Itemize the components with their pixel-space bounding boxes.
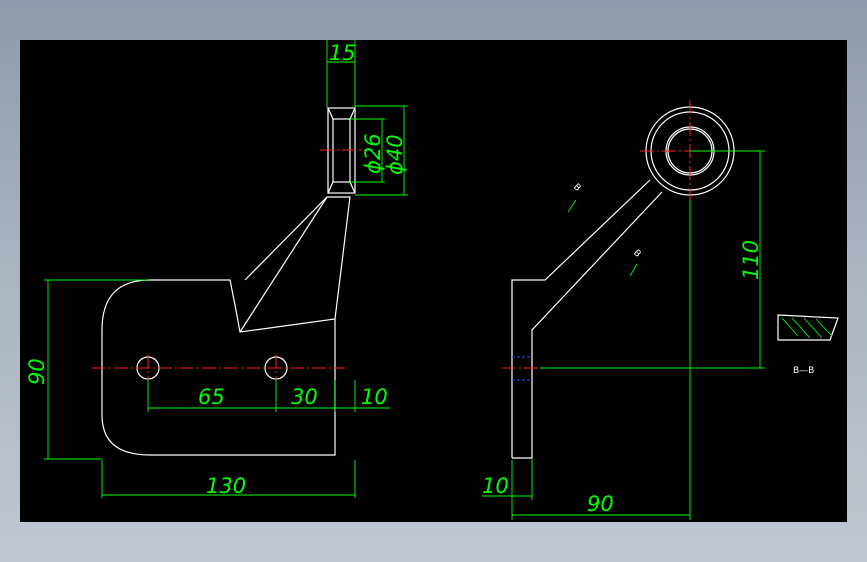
dim-90-height: 90 <box>25 358 49 385</box>
dim-130: 130 <box>206 474 246 498</box>
dim-65: 65 <box>198 385 225 409</box>
dim-dia-26: ϕ26 <box>361 133 385 174</box>
cut-label-1: B <box>571 182 582 193</box>
front-view-outline <box>101 196 351 456</box>
section-label: B—B <box>793 366 814 376</box>
dim-15: 15 <box>329 41 356 65</box>
dim-30: 30 <box>291 385 318 409</box>
dim-10-side: 10 <box>482 474 509 498</box>
dim-110: 110 <box>739 240 763 280</box>
section-b-b: B—B <box>777 314 839 376</box>
dim-dia-40: ϕ40 <box>383 134 407 175</box>
cut-label-2: B <box>631 248 642 259</box>
section-hatch <box>781 317 833 339</box>
side-view: B B <box>502 100 740 459</box>
dim-90-side: 90 <box>587 492 614 516</box>
front-view-arm-line <box>239 196 328 333</box>
cad-drawing: 15 ϕ26 ϕ40 90 65 30 10 130 B B 110 10 90… <box>25 40 839 520</box>
side-dimensions: 110 10 90 <box>482 150 765 520</box>
side-view-outline <box>511 179 663 459</box>
front-dimensions: 15 ϕ26 ϕ40 90 65 30 10 130 <box>25 40 408 498</box>
front-view <box>92 107 365 456</box>
dim-10-front: 10 <box>361 385 388 409</box>
drawing-canvas: 15 ϕ26 ϕ40 90 65 30 10 130 B B 110 10 90… <box>20 40 847 522</box>
